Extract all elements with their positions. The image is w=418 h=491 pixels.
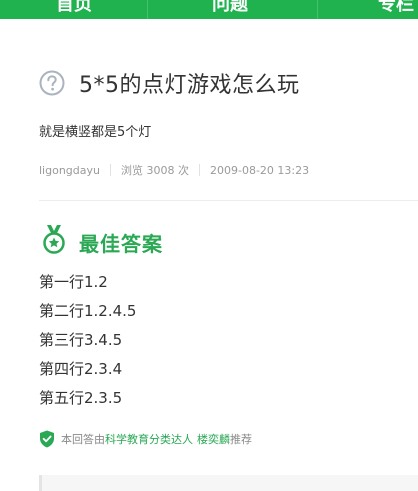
answer-line: 第四行2.3.4	[39, 360, 123, 378]
category-expert-link[interactable]: 科学教育分类达人	[105, 431, 193, 447]
recommendation-suffix: 推荐	[230, 433, 252, 446]
nav-tab-columns[interactable]: 专栏	[356, 0, 418, 19]
meta-divider	[198, 164, 200, 176]
author-link[interactable]: ligongdayu	[39, 164, 100, 177]
question-description: 就是横竖都是5个灯	[39, 125, 152, 140]
answer-line: 第二行1.2.4.5	[39, 302, 137, 320]
next-section-block	[39, 475, 418, 491]
nav-tab-home[interactable]: 首页	[38, 0, 110, 19]
meta-divider	[109, 164, 111, 176]
nav-divider	[317, 0, 318, 19]
medal-icon	[43, 225, 65, 254]
answer-content: 第一行1.2 第二行1.2.4.5 第三行3.4.5 第四行2.3.4 第五行2…	[39, 268, 136, 413]
nav-tab-questions[interactable]: 问题	[190, 0, 270, 19]
question-circle-icon	[39, 70, 65, 96]
view-count: 浏览 3008 次	[120, 164, 189, 177]
answer-line: 第五行2.3.5	[39, 389, 123, 407]
best-answer-heading: 最佳答案	[79, 232, 163, 256]
recommender-link[interactable]: 楼奕麟	[197, 431, 230, 447]
section-divider	[39, 200, 418, 201]
post-date: 2009-08-20 13:23	[209, 163, 310, 177]
shield-check-icon	[40, 430, 54, 448]
answer-line: 第一行1.2	[39, 273, 108, 291]
answer-line: 第三行3.4.5	[39, 331, 123, 349]
nav-divider	[147, 0, 148, 19]
recommendation-note: 本回答由 科学教育分类达人 楼奕麟 推荐	[39, 430, 252, 448]
recommendation-prefix: 本回答由	[61, 433, 105, 446]
question-title: 5*5的点灯游戏怎么玩	[79, 73, 300, 98]
top-nav-bar: 首页 问题 专栏	[0, 0, 418, 19]
question-meta: ligongdayu 浏览 3008 次 2009-08-20 13:23	[39, 162, 309, 178]
